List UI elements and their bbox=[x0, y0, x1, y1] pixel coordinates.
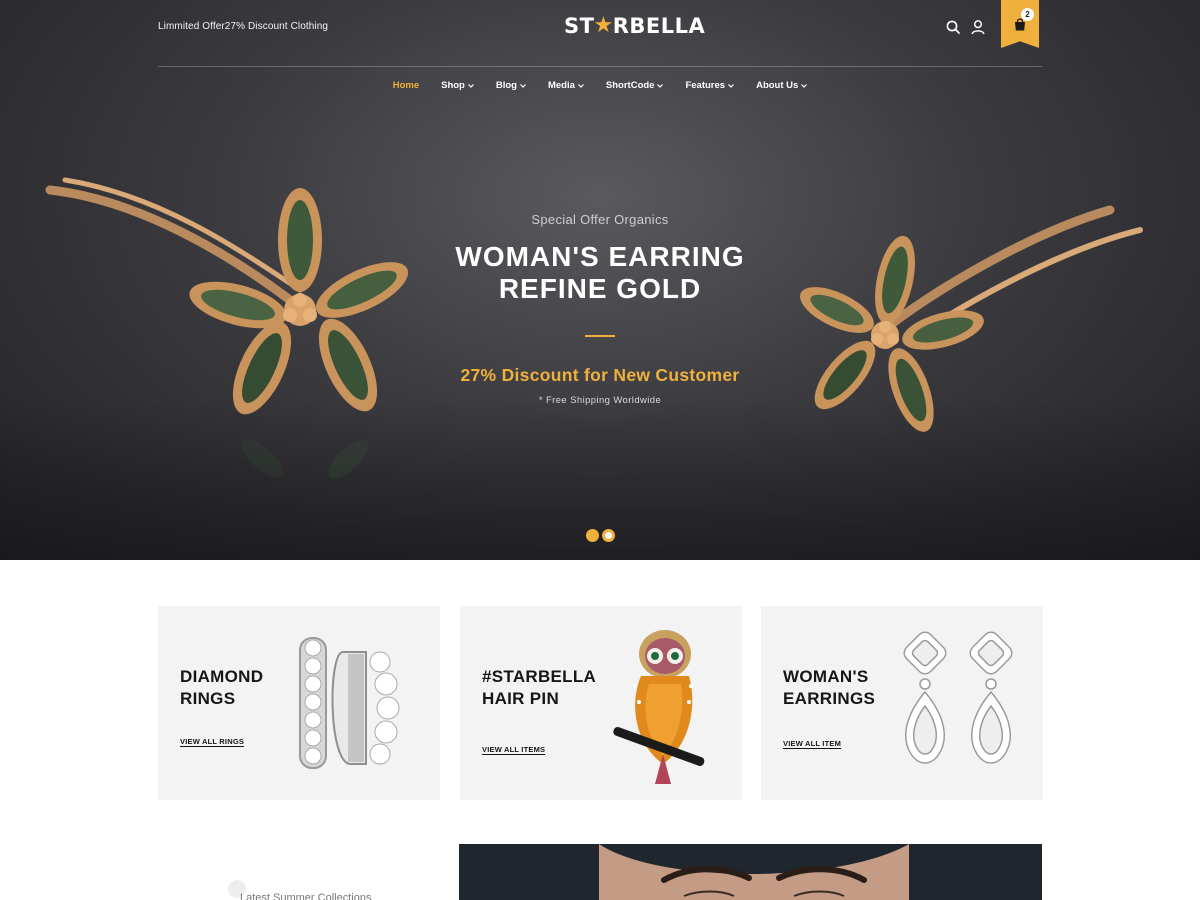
hero-discount-text: 27% Discount for New Customer bbox=[460, 365, 740, 385]
category-title-line2: RINGS bbox=[180, 689, 236, 708]
category-card-diamond-rings[interactable]: DIAMOND RINGS VIEW ALL RINGS bbox=[158, 606, 440, 800]
owl-brooch-image bbox=[613, 630, 705, 784]
chevron-down-icon bbox=[801, 84, 808, 88]
cart-count-badge: 2 bbox=[1021, 8, 1034, 21]
nav-item-home[interactable]: Home bbox=[382, 80, 430, 92]
hero-copy: Special Offer Organics WOMAN'S EARRING R… bbox=[300, 212, 900, 406]
site-logo[interactable]: ST ★ RBELLA bbox=[564, 14, 705, 38]
category-card-womans-earrings[interactable]: WOMAN'S EARRINGS VIEW ALL ITEM bbox=[761, 606, 1043, 800]
main-nav: Home Shop Blog Media ShortCode Features … bbox=[0, 80, 1200, 92]
chevron-down-icon bbox=[657, 84, 664, 88]
search-icon[interactable] bbox=[945, 19, 961, 35]
hero-divider bbox=[585, 335, 615, 337]
chevron-down-icon bbox=[577, 84, 584, 88]
nav-item-label: Media bbox=[547, 80, 575, 91]
diamond-earrings-image bbox=[903, 631, 1013, 764]
diamond-rings-image bbox=[299, 637, 400, 769]
hero-title-line1: WOMAN'S EARRING bbox=[455, 241, 745, 272]
model-banner-image bbox=[459, 844, 1042, 900]
category-title-line2: HAIR PIN bbox=[482, 689, 560, 708]
nav-item-label: Home bbox=[392, 80, 420, 91]
hero-title-line2: REFINE GOLD bbox=[498, 273, 702, 304]
nav-item-blog[interactable]: Blog bbox=[485, 80, 537, 92]
user-icon[interactable] bbox=[970, 19, 986, 35]
view-all-rings-link[interactable]: VIEW ALL RINGS bbox=[180, 737, 244, 746]
chevron-down-icon bbox=[728, 84, 735, 88]
top-offer-text: Limmited Offer27% Discount Clothing bbox=[158, 21, 329, 32]
summer-collections-label: Latest Summer Collections bbox=[240, 892, 372, 900]
header-divider bbox=[158, 66, 1043, 67]
chevron-down-icon bbox=[520, 84, 526, 88]
view-all-item-link[interactable]: VIEW ALL ITEM bbox=[783, 739, 841, 748]
logo-text-left: ST bbox=[564, 14, 595, 38]
slider-dot-2[interactable] bbox=[602, 529, 615, 542]
nav-item-shop[interactable]: Shop bbox=[430, 80, 485, 92]
category-title-line2: EARRINGS bbox=[783, 689, 876, 708]
nav-item-shortcode[interactable]: ShortCode bbox=[595, 80, 675, 92]
category-card-hair-pin[interactable]: #STARBELLA HAIR PIN VIEW ALL ITEMS bbox=[460, 606, 742, 800]
category-title: #STARBELLA HAIR PIN bbox=[482, 666, 596, 710]
nav-item-features[interactable]: Features bbox=[674, 80, 745, 92]
category-title-line1: WOMAN'S bbox=[783, 667, 869, 686]
nav-item-label: ShortCode bbox=[605, 80, 655, 91]
nav-item-label: Features bbox=[685, 80, 726, 91]
hero-shipping-text: * Free Shipping Worldwide bbox=[538, 395, 662, 406]
category-title: DIAMOND RINGS bbox=[180, 666, 263, 710]
nav-item-media[interactable]: Media bbox=[537, 80, 595, 92]
logo-text-right: RBELLA bbox=[612, 14, 706, 38]
nav-item-label: Blog bbox=[495, 80, 517, 91]
hero-title: WOMAN'S EARRING REFINE GOLD bbox=[300, 241, 900, 305]
nav-item-about-us[interactable]: About Us bbox=[745, 80, 818, 92]
hero-slider: Limmited Offer27% Discount Clothing ST ★… bbox=[0, 0, 1200, 560]
logo-star-icon: ★ bbox=[593, 13, 614, 38]
chevron-down-icon bbox=[467, 84, 474, 88]
model-face-image bbox=[459, 844, 1042, 900]
slider-dot-1[interactable] bbox=[586, 529, 599, 542]
category-title-line1: #STARBELLA bbox=[482, 667, 597, 686]
category-title-line1: DIAMOND bbox=[180, 667, 264, 686]
nav-item-label: About Us bbox=[756, 80, 799, 91]
nav-item-label: Shop bbox=[441, 80, 465, 91]
slider-pagination bbox=[586, 529, 615, 542]
hero-subtitle: Special Offer Organics bbox=[531, 212, 669, 227]
view-all-items-link[interactable]: VIEW ALL ITEMS bbox=[482, 745, 545, 754]
category-title: WOMAN'S EARRINGS bbox=[783, 666, 875, 710]
